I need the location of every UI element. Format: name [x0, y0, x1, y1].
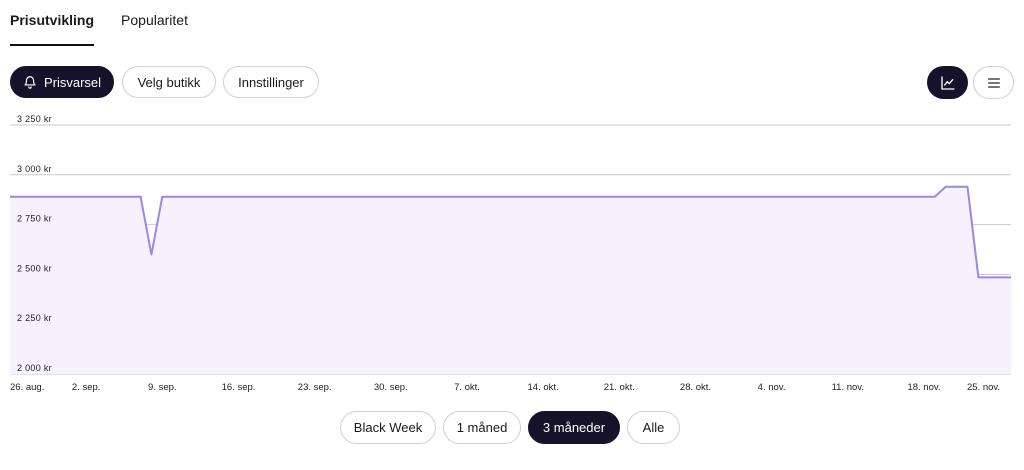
x-tick-label: 4. nov. [758, 382, 786, 393]
bell-icon [23, 75, 37, 89]
range-black-week-button[interactable]: Black Week [340, 411, 436, 444]
settings-button[interactable]: Innstillinger [223, 66, 319, 98]
x-tick-label: 23. sep. [298, 382, 332, 393]
y-tick-label: 2 250 kr [17, 313, 52, 323]
price-history-chart: 3 250 kr 3 000 kr 2 750 kr 2 500 kr 2 250 kr… [10, 114, 1011, 393]
x-tick-label: 11. nov. [832, 382, 864, 393]
range-3-months-button[interactable]: 3 måneder [528, 411, 620, 444]
x-tick-label: 30. sep. [374, 382, 408, 393]
line-chart-icon [940, 75, 956, 91]
price-area [10, 186, 1011, 374]
x-tick-label: 7. okt. [454, 382, 480, 393]
menu-icon [986, 75, 1002, 91]
x-tick-label: 18. nov. [907, 382, 940, 393]
range-1-month-button[interactable]: 1 måned [443, 411, 521, 444]
chart-view-button[interactable] [927, 66, 968, 99]
y-tick-label: 3 250 kr [17, 114, 52, 124]
tab-price-history[interactable]: Prisutvikling [10, 0, 95, 46]
x-tick-label: 2. sep. [72, 382, 101, 393]
price-alert-button[interactable]: Prisvarsel [10, 66, 114, 98]
range-all-button[interactable]: Alle [627, 411, 680, 444]
x-tick-label: 28. okt. [680, 382, 711, 393]
x-tick-label: 9. sep. [148, 382, 177, 393]
x-tick-label: 14. okt. [528, 382, 559, 393]
tab-bar: Prisutvikling Popularitet [10, 0, 188, 46]
y-tick-label: 2 000 kr [17, 363, 52, 373]
list-view-button[interactable] [973, 66, 1014, 99]
x-tick-label: 26. aug. [10, 382, 44, 393]
y-tick-label: 2 500 kr [17, 263, 52, 273]
price-alert-label: Prisvarsel [43, 74, 102, 90]
x-tick-label: 16. sep. [222, 382, 256, 393]
x-tick-label: 21. okt. [604, 382, 635, 393]
x-tick-label: 25. nov. [967, 382, 1000, 393]
y-tick-label: 2 750 kr [17, 214, 52, 224]
y-tick-label: 3 000 kr [17, 164, 52, 174]
choose-store-button[interactable]: Velg butikk [122, 66, 216, 98]
tab-popularity[interactable]: Popularitet [121, 0, 188, 46]
